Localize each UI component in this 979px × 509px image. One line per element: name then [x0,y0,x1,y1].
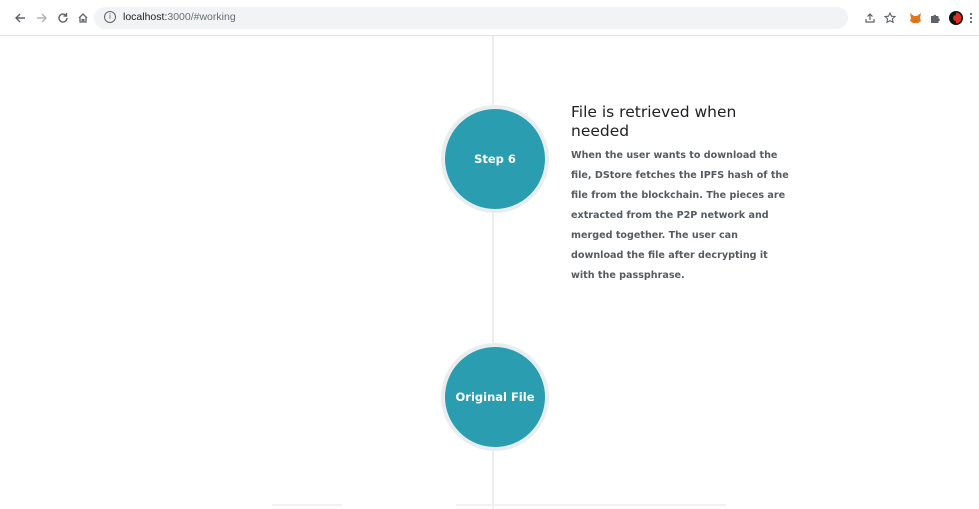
metamask-fox-icon[interactable] [907,10,923,26]
url-text[interactable]: localhost:3000/#working [123,11,236,23]
url-path: 3000/#working [167,11,236,23]
browser-toolbar: i localhost:3000/#working [0,0,979,36]
step-description: When the user wants to download the file… [571,150,789,281]
step-6-label: Step 6 [474,152,516,166]
reload-icon[interactable] [55,10,71,26]
browser-menu-icon[interactable] [966,10,976,26]
step-title: File is retrieved when needed [571,103,737,140]
footer-divider-left [272,504,342,506]
bookmark-star-icon[interactable] [882,10,898,26]
share-icon[interactable] [862,10,878,26]
profile-avatar-icon[interactable] [948,10,964,26]
home-icon[interactable] [75,10,91,26]
extensions-puzzle-icon[interactable] [927,10,943,26]
forward-arrow-icon[interactable] [34,10,50,26]
original-file-circle: Original File [441,343,549,451]
address-bar[interactable]: i localhost:3000/#working [94,7,848,29]
original-file-label: Original File [455,390,535,404]
back-arrow-icon[interactable] [12,10,28,26]
site-info-icon[interactable]: i [104,11,116,23]
step-6-circle: Step 6 [441,105,549,213]
url-host: localhost: [123,11,168,23]
footer-divider-right [456,504,726,506]
